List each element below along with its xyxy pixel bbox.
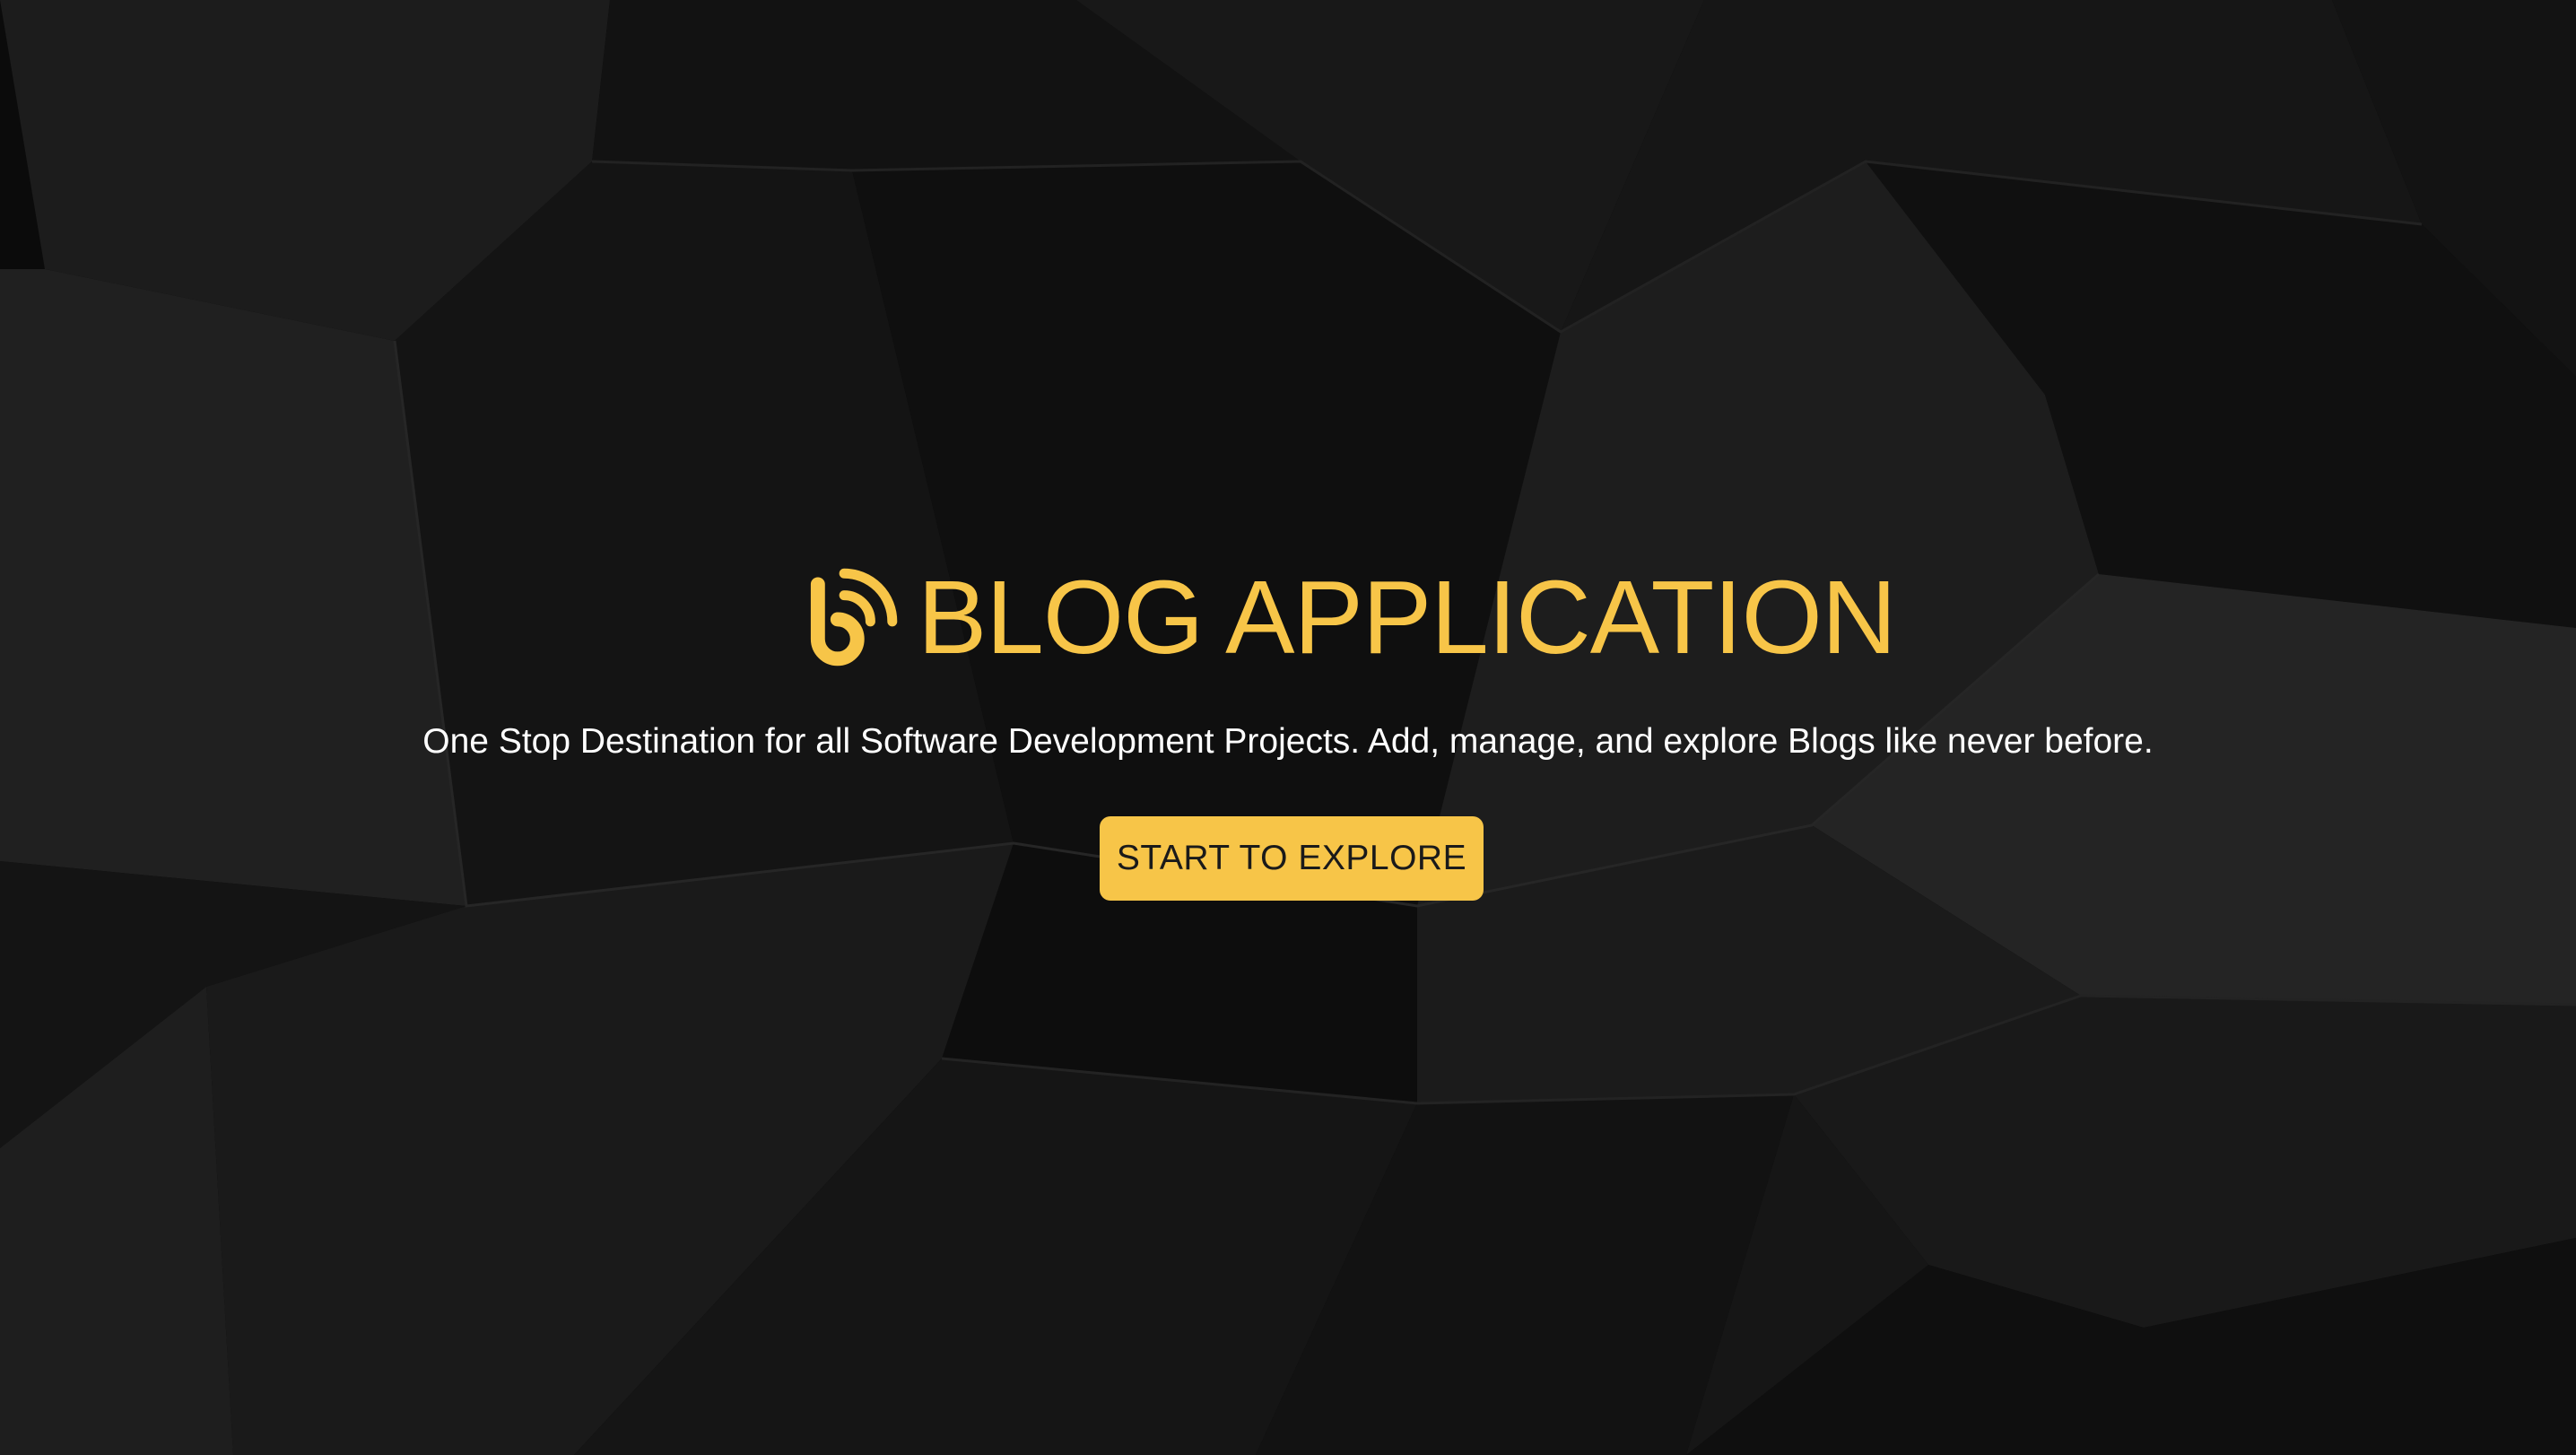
hero-subtitle: One Stop Destination for all Software De… xyxy=(422,722,2154,761)
app-title: BLOG APPLICATION xyxy=(918,559,1897,675)
blog-rss-icon xyxy=(810,568,898,667)
brand-title-row: BLOG APPLICATION xyxy=(794,554,1897,680)
hero-section: BLOG APPLICATION One Stop Destination fo… xyxy=(0,0,2576,1455)
start-explore-button[interactable]: START TO EXPLORE xyxy=(1100,816,1484,901)
landing-page: BLOG APPLICATION One Stop Destination fo… xyxy=(0,0,2576,1455)
